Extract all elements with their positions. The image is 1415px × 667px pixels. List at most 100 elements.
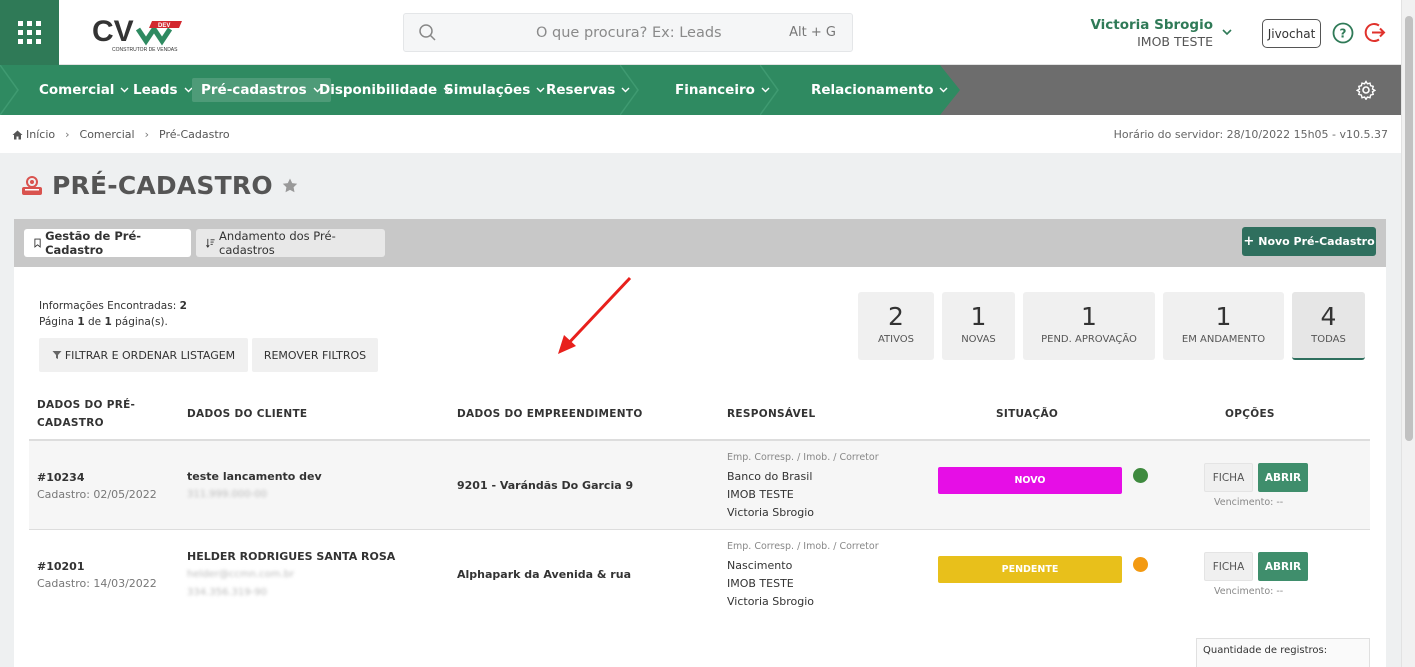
plus-icon: + [1243, 234, 1255, 249]
clear-filters-button[interactable]: REMOVER FILTROS [252, 338, 378, 372]
abrir-button[interactable]: ABRIR [1258, 552, 1308, 581]
search-shortcut: Alt + G [789, 25, 836, 40]
col-dados-cliente[interactable]: DADOS DO CLIENTE [187, 405, 307, 423]
search-box[interactable]: Alt + G [403, 13, 853, 52]
annotation-arrow [558, 276, 632, 354]
ficha-button[interactable]: FICHA [1204, 552, 1253, 581]
search-icon [419, 24, 436, 41]
abrir-button[interactable]: ABRIR [1258, 463, 1308, 492]
breadcrumb-bar: Início › Comercial › Pré-Cadastro Horári… [0, 115, 1401, 153]
col-opcoes: OPÇÕES [1225, 408, 1275, 420]
results-info: Informações Encontradas: 2 Página 1 de 1… [39, 300, 187, 328]
stat-pend-aprovacao[interactable]: 1 PEND. APROVAÇÃO [1023, 292, 1155, 360]
col-dados-pre-cadastro[interactable]: DADOS DO PRÉ- CADASTRO [37, 396, 135, 432]
filter-button[interactable]: FILTRAR E ORDENAR LISTAGEM [39, 338, 248, 372]
row-cadastro-date: Cadastro: 02/05/2022 [37, 488, 157, 501]
row-client-doc: 311.999.000-00 [187, 489, 267, 500]
breadcrumb-home[interactable]: Início [26, 128, 55, 141]
col-situacao[interactable]: SITUAÇÃO [996, 405, 1058, 423]
help-icon[interactable]: ? [1332, 22, 1354, 44]
star-icon[interactable] [281, 177, 299, 195]
breadcrumb-separator: › [144, 128, 149, 141]
row-resp-corretor: Victoria Sbrogio [727, 506, 814, 519]
status-dot [1133, 468, 1148, 483]
nav-reservas[interactable]: Reservas [537, 78, 639, 102]
svg-text:?: ? [1340, 27, 1347, 41]
chevron-down-icon [761, 87, 770, 93]
row-empreendimento: 9201 - Varándãs Do Garcia 9 [457, 479, 634, 492]
row-client-name: HELDER RODRIGUES SANTA ROSA [187, 550, 396, 563]
col-dados-empreendimento[interactable]: DADOS DO EMPREENDIMENTO [457, 405, 643, 423]
row-client-name: teste lancamento dev [187, 470, 322, 483]
server-time: Horário do servidor: 28/10/2022 15h05 - … [1113, 128, 1388, 141]
breadcrumb-current: Pré-Cadastro [159, 128, 230, 141]
cv-logo[interactable]: CV DEV CONSTRUTOR DE VENDAS [92, 13, 187, 55]
top-header: CV DEV CONSTRUTOR DE VENDAS Alt + G Vict… [0, 0, 1415, 65]
svg-text:CONSTRUTOR DE VENDAS: CONSTRUTOR DE VENDAS [112, 47, 178, 53]
col-responsavel[interactable]: RESPONSÁVEL [727, 405, 816, 423]
ficha-button[interactable]: FICHA [1204, 463, 1253, 492]
sort-icon [206, 238, 215, 248]
row-id: #10234 [37, 471, 85, 484]
row-resp-emp: Nascimento [727, 559, 793, 572]
home-icon [12, 130, 23, 139]
page-scrollbar[interactable] [1401, 0, 1415, 667]
tab-andamento[interactable]: Andamento dos Pré-cadastros [196, 229, 385, 257]
row-resp-imob: IMOB TESTE [727, 488, 794, 501]
row-resp-header: Emp. Corresp. / Imob. / Corretor [727, 452, 879, 463]
panel-header: Gestão de Pré-Cadastro Andamento dos Pré… [14, 219, 1386, 267]
stat-ativos[interactable]: 2 ATIVOS [858, 292, 934, 360]
svg-text:CV: CV [92, 15, 134, 48]
nav-financeiro[interactable]: Financeiro [666, 78, 779, 102]
chevron-down-icon [621, 87, 630, 93]
vencimento-label: Vencimento: -- [1214, 586, 1284, 597]
nav-leads[interactable]: Leads [124, 78, 202, 102]
bookmark-icon [34, 238, 41, 248]
grid-icon [18, 21, 41, 44]
row-id: #10201 [37, 560, 85, 573]
gear-icon[interactable] [1356, 80, 1376, 100]
table-row [29, 441, 1370, 529]
tab-gestao[interactable]: Gestão de Pré-Cadastro [24, 229, 191, 257]
breadcrumb-separator: › [65, 128, 70, 141]
page-header: PRÉ-CADASTRO [20, 171, 299, 200]
scrollbar-thumb[interactable] [1405, 16, 1413, 441]
breadcrumb: Início › Comercial › Pré-Cadastro [12, 128, 230, 141]
row-empreendimento: Alphapark da Avenida & rua [457, 568, 631, 581]
records-per-page[interactable]: Quantidade de registros: [1196, 638, 1370, 667]
row-client-doc: 334.356.319-90 [187, 587, 267, 598]
jivochat-button[interactable]: Jivochat [1262, 19, 1321, 48]
search-input[interactable] [404, 14, 852, 51]
vencimento-label: Vencimento: -- [1214, 497, 1284, 508]
main-nav: Comercial Leads Pré-cadastros Disponibil… [0, 65, 1401, 115]
stat-em-andamento[interactable]: 1 EM ANDAMENTO [1163, 292, 1284, 360]
apps-menu-button[interactable] [0, 0, 59, 65]
status-dot [1133, 557, 1148, 572]
nav-relacionamento[interactable]: Relacionamento [802, 78, 957, 102]
row-divider [29, 529, 1370, 530]
stat-novas[interactable]: 1 NOVAS [942, 292, 1015, 360]
row-resp-emp: Banco do Brasil [727, 470, 813, 483]
row-client-email: helder@ccmn.com.br [187, 569, 295, 580]
row-resp-imob: IMOB TESTE [727, 577, 794, 590]
stat-todas[interactable]: 4 TODAS [1292, 292, 1365, 360]
nav-comercial[interactable]: Comercial [30, 78, 138, 102]
user-name: Victoria Sbrogio [1090, 17, 1213, 33]
status-badge: NOVO [938, 467, 1122, 494]
status-badge: PENDENTE [938, 556, 1122, 583]
page-title: PRÉ-CADASTRO [52, 171, 273, 200]
row-cadastro-date: Cadastro: 14/03/2022 [37, 577, 157, 590]
chevron-down-icon [939, 87, 948, 93]
user-company: IMOB TESTE [1137, 34, 1213, 49]
logout-icon[interactable] [1364, 21, 1387, 44]
svg-text:DEV: DEV [158, 23, 170, 29]
pre-cadastro-icon [22, 175, 42, 195]
filter-icon [52, 351, 62, 359]
row-resp-header: Emp. Corresp. / Imob. / Corretor [727, 541, 879, 552]
new-pre-cadastro-button[interactable]: + Novo Pré-Cadastro [1242, 227, 1376, 256]
row-resp-corretor: Victoria Sbrogio [727, 595, 814, 608]
user-menu[interactable]: Victoria Sbrogio IMOB TESTE [1090, 17, 1213, 49]
breadcrumb-comercial[interactable]: Comercial [80, 128, 135, 141]
nav-chevron-sep [0, 65, 19, 115]
chevron-down-icon[interactable] [1220, 26, 1234, 38]
